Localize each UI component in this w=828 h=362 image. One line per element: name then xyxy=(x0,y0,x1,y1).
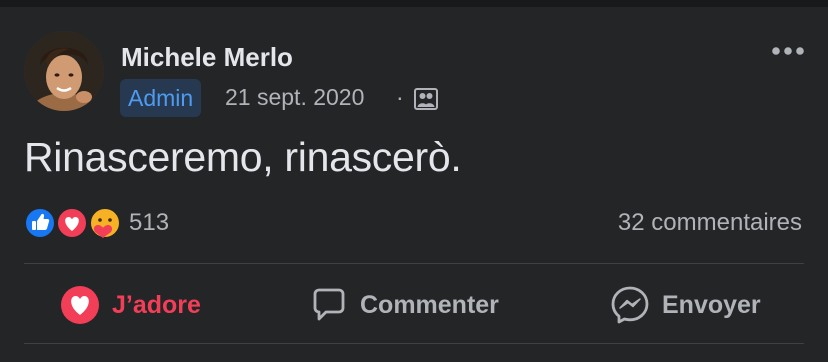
comment-label: Commenter xyxy=(360,290,499,319)
care-icon xyxy=(89,207,121,239)
post-author[interactable]: Michele Merlo xyxy=(121,42,293,73)
divider xyxy=(24,343,804,344)
send-button[interactable]: Envoyer xyxy=(610,283,761,327)
love-icon xyxy=(56,207,88,239)
divider xyxy=(24,263,804,264)
post-date[interactable]: 21 sept. 2020 xyxy=(225,84,364,111)
people-icon xyxy=(414,88,438,110)
more-options-icon[interactable] xyxy=(770,42,806,60)
top-bar xyxy=(0,0,828,7)
meta-separator: · xyxy=(396,84,404,110)
comment-icon xyxy=(313,288,345,321)
like-icon xyxy=(24,207,56,239)
avatar[interactable] xyxy=(24,31,104,111)
love-label: J’adore xyxy=(112,290,201,319)
reaction-count[interactable]: 513 xyxy=(129,209,169,237)
reaction-icons[interactable] xyxy=(23,206,123,240)
send-label: Envoyer xyxy=(662,290,761,319)
heart-icon xyxy=(61,286,99,324)
admin-badge: Admin xyxy=(120,79,202,117)
post-text: Rinasceremo, rinascerò. xyxy=(24,134,462,180)
comment-button[interactable]: Commenter xyxy=(310,283,499,327)
comments-count[interactable]: 32 commentaires xyxy=(618,209,802,237)
love-button[interactable]: J’adore xyxy=(60,283,201,327)
messenger-icon xyxy=(611,286,649,324)
